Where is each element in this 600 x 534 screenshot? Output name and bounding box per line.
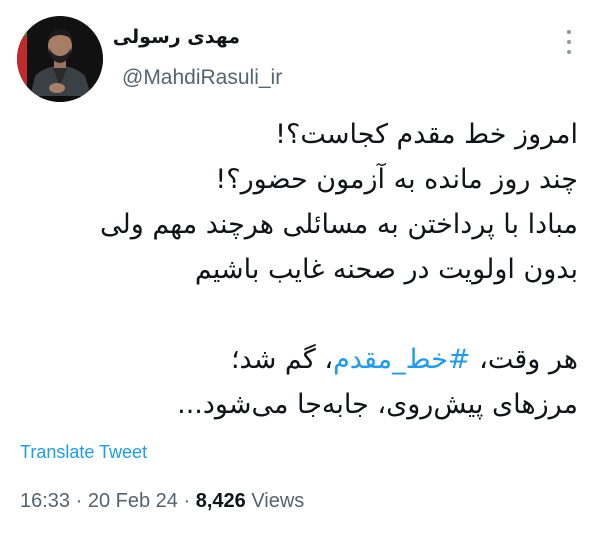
- author-handle[interactable]: @MahdiRasuli_ir: [122, 66, 282, 90]
- meta-separator: ·: [177, 490, 196, 512]
- avatar[interactable]: [17, 16, 103, 102]
- tweet-card: مهدی رسولی @MahdiRasuli_ir امروز خط مقدم…: [0, 0, 600, 534]
- tweet-text: امروز خط مقدم کجاست؟! چند روز مانده به آ…: [18, 112, 578, 427]
- tweet-line: بدون اولویت در صحنه غایب باشیم: [194, 254, 578, 285]
- tweet-time[interactable]: 16:33: [20, 490, 70, 512]
- translate-tweet-link[interactable]: Translate Tweet: [20, 442, 147, 463]
- avatar-image: [17, 16, 103, 102]
- views-count[interactable]: 8,426: [196, 490, 246, 512]
- tweet-line: مبادا با پرداختن به مسائلی هرچند مهم ولی: [99, 209, 578, 240]
- tweet-line: چند روز مانده به آزمون حضور؟!: [215, 164, 578, 195]
- tweet-line: مرزهای پیش‌روی، جابه‌جا می‌شود...: [177, 389, 578, 420]
- meta-separator: ·: [70, 490, 88, 512]
- tweet-text-fragment: هر وقت،: [470, 344, 578, 375]
- tweet-line-with-hashtag: هر وقت، #خط_مقدم، گم شد؛: [18, 337, 578, 382]
- author-display-name[interactable]: مهدی رسولی: [113, 26, 240, 48]
- views-label: Views: [245, 490, 305, 512]
- tweet-metadata: 16:33 · 20 Feb 24 · 8,426 Views: [20, 490, 304, 513]
- more-options-icon[interactable]: [557, 30, 581, 54]
- more-dot: [567, 30, 571, 34]
- more-dot: [567, 50, 571, 54]
- tweet-line: امروز خط مقدم کجاست؟!: [275, 119, 578, 150]
- hashtag-link[interactable]: #خط_مقدم: [333, 344, 470, 375]
- tweet-date[interactable]: 20 Feb 24: [88, 490, 178, 512]
- more-dot: [567, 40, 571, 44]
- tweet-text-fragment: ، گم شد؛: [230, 344, 334, 375]
